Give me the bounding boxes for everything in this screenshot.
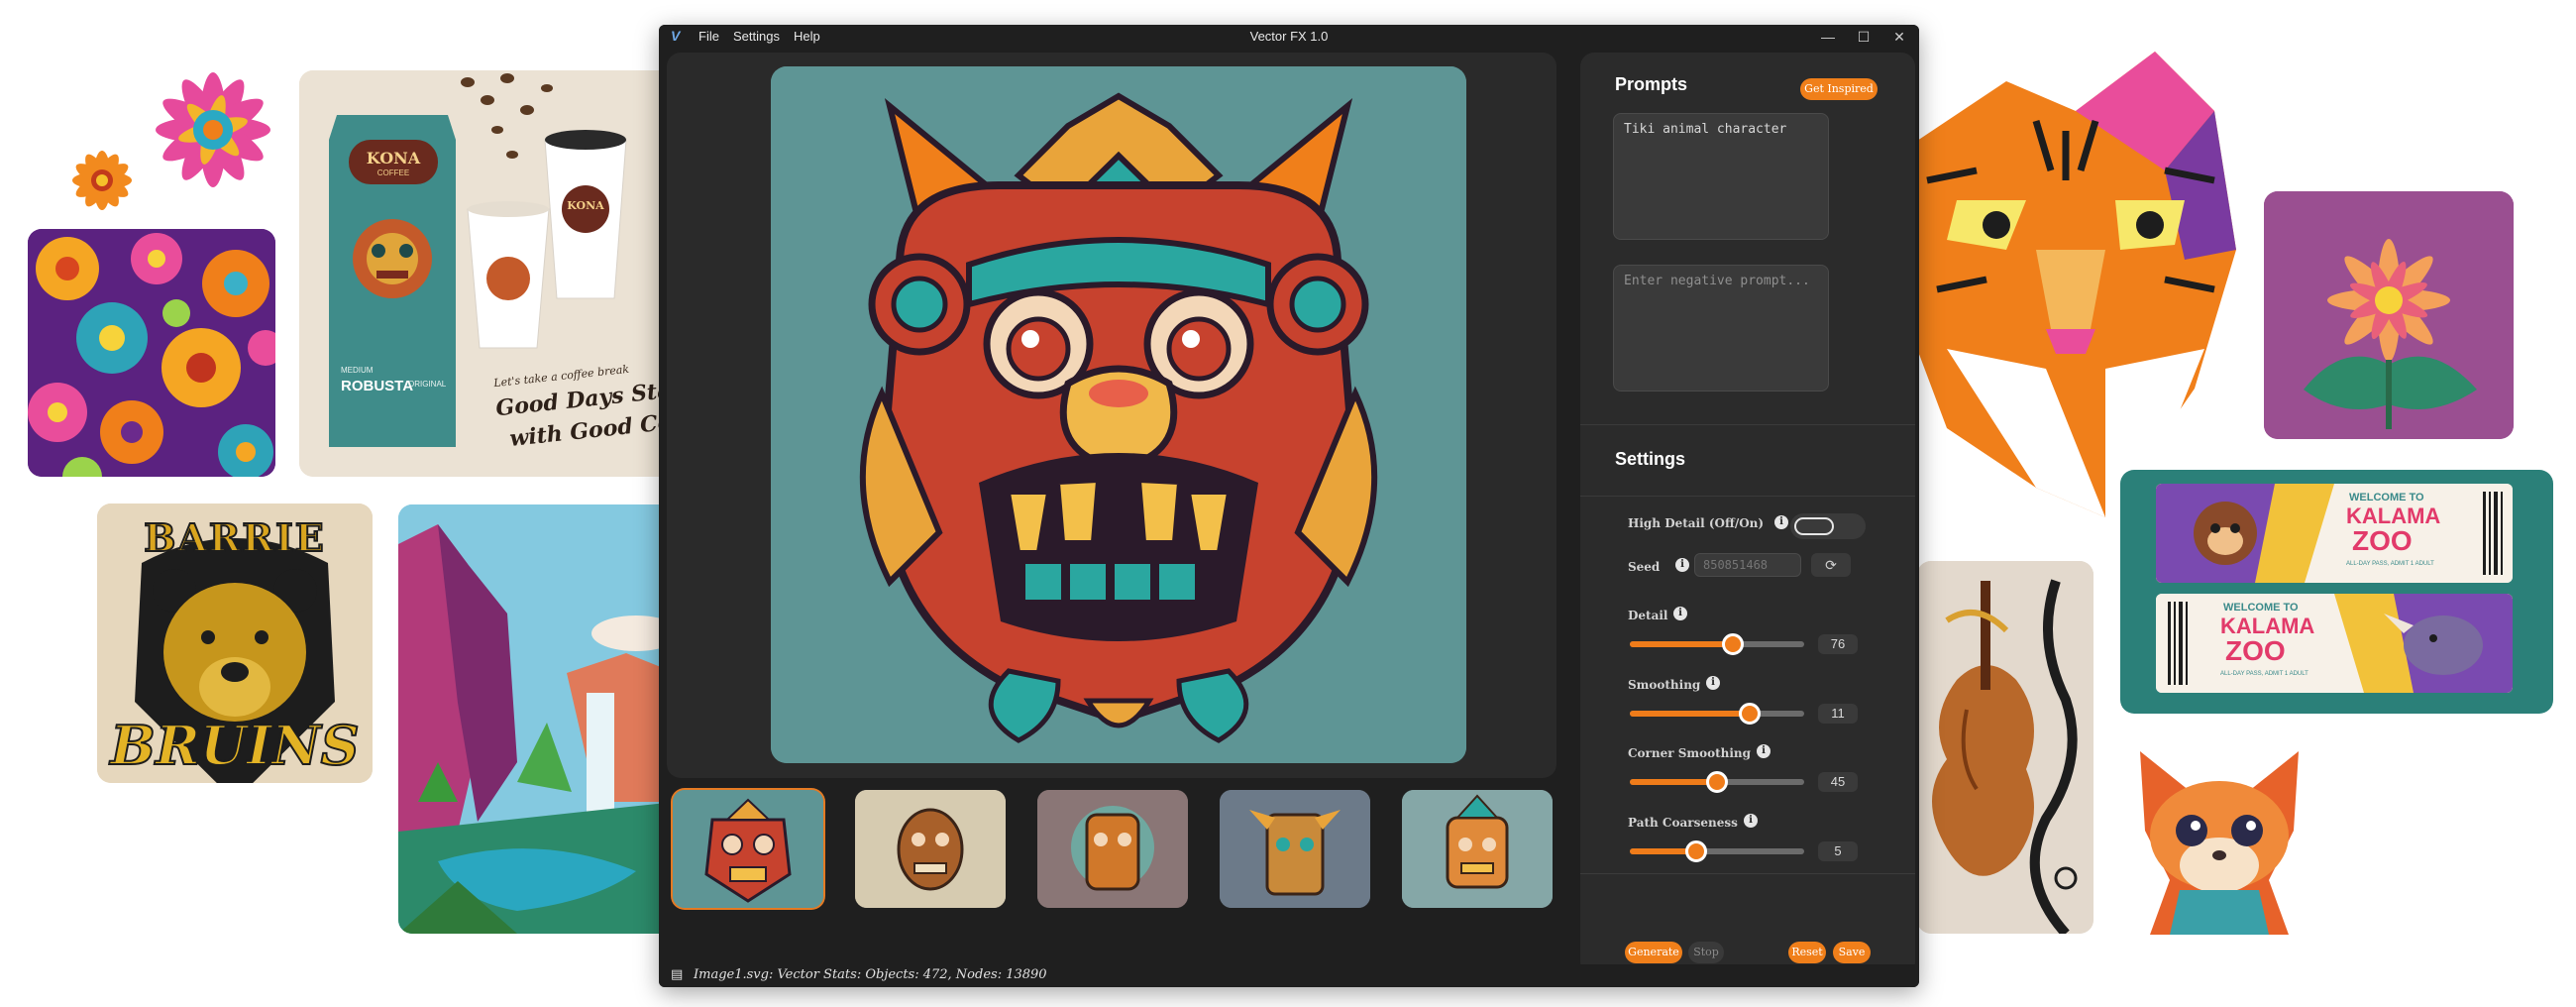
smoothing-label: Smoothing [1628,678,1701,692]
divider [1580,496,1915,497]
file-icon: ▤ [671,967,684,982]
minimize-icon[interactable]: — [1808,26,1848,48]
close-icon[interactable]: ✕ [1879,26,1919,48]
waterfall-landscape-card [398,504,676,934]
canvas-panel [667,53,1556,778]
detail-slider-fill [1630,641,1733,647]
zoo-ticket-2-name2: ZOO [2225,635,2286,666]
negative-prompt-input[interactable]: Enter negative prompt... [1613,265,1829,392]
zoo-ticket-1-name2: ZOO [2352,525,2413,556]
title-bar: V File Settings Help Vector FX 1.0 — ☐ ✕ [659,25,1919,49]
fluffy-creature-illustration [2120,731,2318,940]
settings-heading: Settings [1615,449,1686,469]
save-button[interactable]: Save [1833,942,1871,963]
thumbnail-4[interactable] [1220,790,1370,908]
get-inspired-button[interactable]: Get Inspired [1800,78,1878,100]
path-coarseness-label: Path Coarseness [1628,816,1738,830]
path-coarseness-info-icon[interactable]: i [1744,814,1758,828]
smoothing-info-icon[interactable]: i [1706,676,1720,690]
window-title: Vector FX 1.0 [1249,29,1329,44]
flower-icon-large [156,72,270,187]
flower-icon-small [72,151,132,210]
seed-label: Seed [1628,560,1661,574]
zoo-ticket-card: WELCOME TO KALAMA ZOO ALL-DAY PASS, ADMI… [2120,470,2553,714]
smoothing-slider-handle[interactable] [1739,703,1762,725]
prompt-input[interactable]: Tiki animal character [1613,113,1829,240]
detail-slider[interactable] [1630,633,1804,655]
floral-pattern-card [28,229,275,477]
high-detail-toggle[interactable] [1790,513,1866,539]
smoothing-value[interactable]: 11 [1818,704,1858,724]
path-coarseness-value[interactable]: 5 [1818,841,1858,861]
zoo-ticket-2: WELCOME TO KALAMA ZOO ALL-DAY PASS, ADMI… [2156,594,2513,693]
thumbnail-1[interactable] [673,790,823,908]
randomize-seed-button[interactable]: ⟳ [1811,553,1851,577]
coffee-roast-label: MEDIUM [341,366,374,375]
stop-button[interactable]: Stop [1688,942,1724,963]
detail-info-icon[interactable]: i [1673,607,1687,620]
corner-smoothing-slider-handle[interactable] [1706,771,1728,793]
coffee-origin-label: ORIGINAL [408,380,447,389]
tiger-illustration [1917,52,2236,517]
generated-image-preview[interactable] [771,66,1466,763]
thumbnail-3[interactable] [1037,790,1188,908]
coffee-cup-brand: KONA [567,199,604,212]
bear-logo-bottom-text: BRUINS [109,713,360,778]
divider [1580,873,1915,874]
detail-label: Detail [1628,609,1668,622]
seed-info-icon[interactable]: i [1675,558,1689,572]
violin-art-card [1917,561,2093,934]
corner-smoothing-label: Corner Smoothing [1628,746,1752,760]
coffee-brand-name: KONA [366,149,421,168]
toggle-knob [1794,517,1834,535]
coffee-brand-sub: COFFEE [376,168,410,177]
zoo-ticket-1-pass: ALL-DAY PASS, ADMIT 1 ADULT [2346,561,2434,567]
thumbnail-2[interactable] [855,790,1006,908]
zoo-ticket-2-welcome: WELCOME TO [2223,602,2299,614]
app-window: V File Settings Help Vector FX 1.0 — ☐ ✕ [659,25,1919,987]
high-detail-info-icon[interactable]: i [1774,515,1788,529]
bear-logo-top-text: BARRIE [143,514,326,561]
status-text: Image1.svg: Vector Stats: Objects: 472, … [694,967,1047,982]
corner-smoothing-info-icon[interactable]: i [1757,744,1771,758]
smoothing-slider[interactable] [1630,703,1804,725]
smoothing-slider-fill [1630,711,1751,717]
generate-button[interactable]: Generate [1625,942,1682,963]
thumbnail-5[interactable] [1402,790,1553,908]
divider [1580,424,1915,425]
bear-logo-card: BARRIE BRUINS [97,504,373,783]
detail-slider-handle[interactable] [1721,633,1744,655]
status-bar: ▤ Image1.svg: Vector Stats: Objects: 472… [659,964,1919,987]
corner-smoothing-slider[interactable] [1630,771,1804,793]
coffee-brand-card: KONA COFFEE KONA MEDIUM ROBUSTA ORIGINAL… [299,70,676,477]
zoo-ticket-2-pass: ALL-DAY PASS, ADMIT 1 ADULT [2220,671,2308,677]
high-detail-label: High Detail (Off/On) [1628,516,1765,530]
path-coarseness-slider[interactable] [1630,840,1804,862]
corner-smoothing-value[interactable]: 45 [1818,772,1858,792]
reset-button[interactable]: Reset [1788,942,1826,963]
zoo-ticket-1-welcome: WELCOME TO [2349,492,2424,504]
detail-value[interactable]: 76 [1818,634,1858,654]
coffee-variety-label: ROBUSTA [341,378,414,394]
path-coarseness-slider-handle[interactable] [1684,840,1707,862]
maximize-icon[interactable]: ☐ [1844,26,1883,48]
settings-panel: Prompts Get Inspired Tiki animal charact… [1580,53,1915,976]
prompts-heading: Prompts [1615,74,1688,94]
seed-input[interactable] [1694,553,1801,577]
zoo-ticket-1: WELCOME TO KALAMA ZOO ALL-DAY PASS, ADMI… [2156,484,2513,583]
corner-smoothing-slider-fill [1630,779,1717,785]
tropical-flower-card [2264,191,2514,439]
